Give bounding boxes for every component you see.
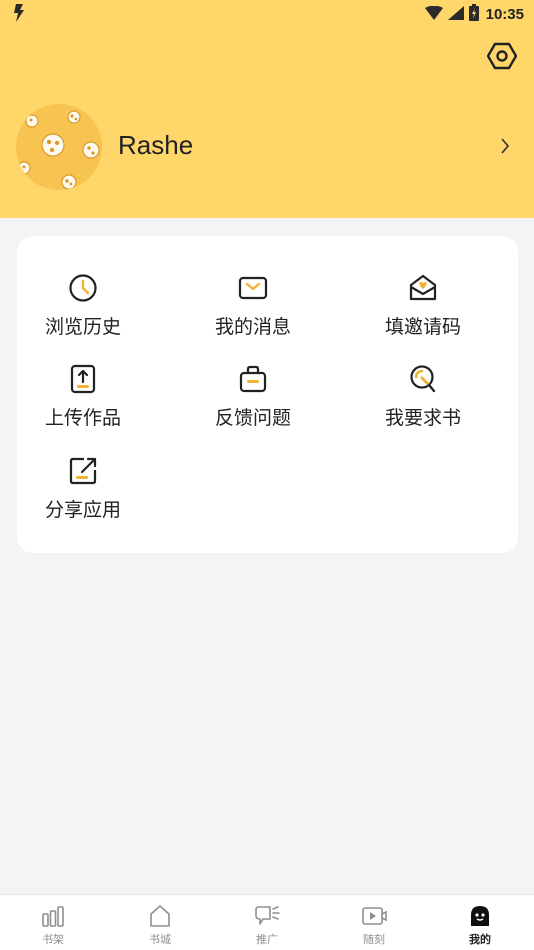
feedback-briefcase-icon xyxy=(237,363,269,395)
tab-bookshelf[interactable]: 书架 xyxy=(13,901,93,949)
tab-mine[interactable]: 我的 xyxy=(440,901,520,949)
promote-icon xyxy=(254,903,280,929)
wifi-icon xyxy=(424,5,443,24)
menu-item-messages[interactable]: 我的消息 xyxy=(183,272,323,352)
charging-bolt-icon xyxy=(12,3,26,27)
video-icon xyxy=(361,903,387,929)
profile-header: 10:35 Rashe xyxy=(0,0,534,218)
menu-item-history[interactable]: 浏览历史 xyxy=(13,272,153,352)
menu-item-label: 我的消息 xyxy=(214,316,291,338)
invite-envelope-icon xyxy=(407,272,439,304)
menu-item-request-book[interactable]: 我要求书 xyxy=(353,363,493,443)
tab-bookstore[interactable]: 书城 xyxy=(120,901,200,949)
menu-item-share-app[interactable]: 分享应用 xyxy=(13,455,153,535)
tab-video[interactable]: 随刻 xyxy=(334,901,414,949)
tab-label: 书城 xyxy=(149,933,171,946)
status-bar: 10:35 xyxy=(0,0,534,28)
clock-icon xyxy=(67,272,99,304)
username: Rashe xyxy=(118,130,194,160)
menu-item-upload[interactable]: 上传作品 xyxy=(13,363,153,443)
menu-item-label: 我要求书 xyxy=(384,407,461,429)
menu-card: 浏览历史 我的消息 填邀请码 上传作品 反馈问题 我要求书 分享应用 xyxy=(17,236,518,553)
tab-label: 推广 xyxy=(256,933,278,946)
bookstore-icon xyxy=(147,903,173,929)
menu-item-label: 填邀请码 xyxy=(384,316,461,338)
upload-icon xyxy=(67,363,99,395)
tab-label: 书架 xyxy=(42,933,64,946)
menu-item-label: 上传作品 xyxy=(44,407,121,429)
status-indicators: 10:35 xyxy=(424,4,524,25)
bottom-tab-bar: 书架 书城 推广 随刻 我的 xyxy=(0,894,534,950)
avatar[interactable] xyxy=(16,104,102,190)
settings-hexagon-icon xyxy=(486,42,518,74)
share-icon xyxy=(67,455,99,487)
status-time: 10:35 xyxy=(485,6,524,23)
tab-promote[interactable]: 推广 xyxy=(227,901,307,949)
menu-item-feedback[interactable]: 反馈问题 xyxy=(183,363,323,443)
tab-label: 随刻 xyxy=(363,933,385,946)
menu-item-label: 分享应用 xyxy=(44,499,121,521)
mail-icon xyxy=(237,272,269,304)
settings-button[interactable] xyxy=(486,42,518,74)
chevron-right-icon xyxy=(500,137,510,159)
menu-item-label: 反馈问题 xyxy=(214,407,291,429)
battery-icon xyxy=(468,4,479,25)
bookshelf-icon xyxy=(40,903,66,929)
search-book-icon xyxy=(407,363,439,395)
signal-icon xyxy=(447,5,464,24)
tab-label: 我的 xyxy=(469,933,491,946)
profile-icon xyxy=(467,903,493,929)
profile-row[interactable]: Rashe xyxy=(16,104,518,192)
menu-item-label: 浏览历史 xyxy=(44,316,121,338)
menu-item-invite-code[interactable]: 填邀请码 xyxy=(353,272,493,352)
